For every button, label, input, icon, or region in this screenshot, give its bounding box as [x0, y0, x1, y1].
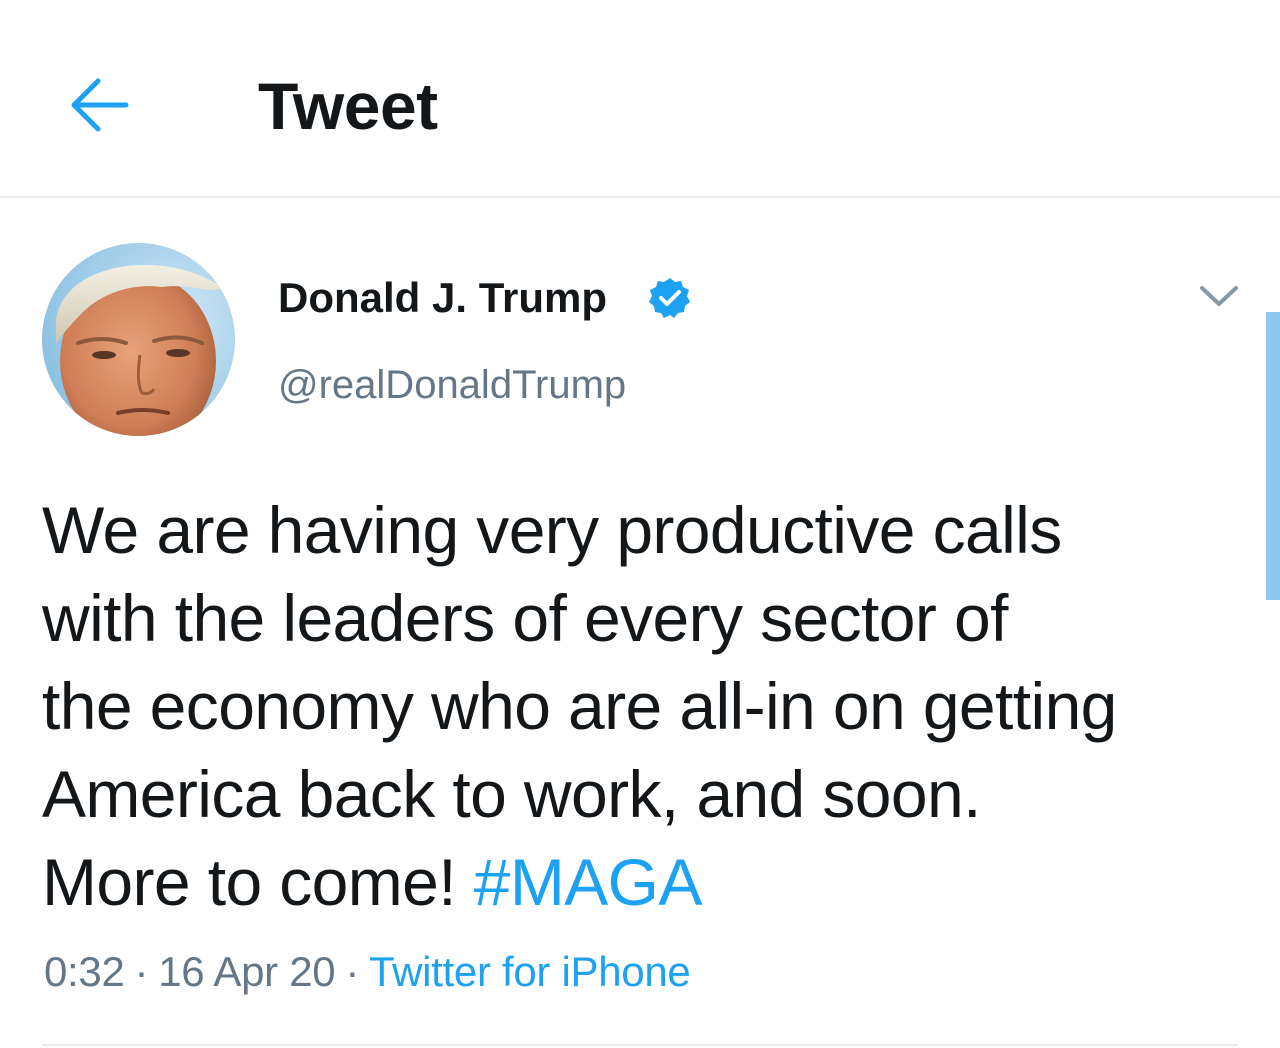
verified-badge-icon [649, 278, 690, 318]
scrollbar[interactable] [1266, 312, 1280, 600]
arrow-left-icon [71, 78, 129, 132]
meta-separator: · [345, 948, 360, 995]
tweet-time[interactable]: 0:32 [44, 948, 125, 995]
tweet-text-line: We are having very productive calls [42, 493, 1062, 567]
divider [42, 1044, 1238, 1046]
tweet-text-last: More to come! [42, 845, 474, 919]
tweet-text-line: More to come! #MAGA [42, 838, 1242, 926]
tweet-menu-button[interactable] [1196, 276, 1242, 316]
hashtag-link[interactable]: #MAGA [474, 845, 703, 919]
tweet-source-link[interactable]: Twitter for iPhone [369, 948, 691, 995]
avatar[interactable] [42, 243, 235, 436]
tweet-text: We are having very productive calls with… [42, 486, 1242, 926]
page-title: Tweet [258, 69, 438, 143]
top-bar: Tweet [0, 0, 1280, 198]
chevron-down-icon [1200, 286, 1238, 306]
meta-separator: · [134, 948, 149, 995]
author-name[interactable]: Donald J. Trump [278, 272, 607, 324]
tweet-text-line: America back to work, and soon. [42, 757, 981, 831]
profile-photo [42, 243, 235, 436]
tweet-meta: 0:32 · 16 Apr 20 · Twitter for iPhone [44, 944, 691, 1000]
author-handle[interactable]: @realDonaldTrump [278, 360, 626, 410]
back-button[interactable] [62, 70, 136, 140]
tweet-date[interactable]: 16 Apr 20 [158, 948, 335, 995]
tweet-text-line: with the leaders of every sector of [42, 581, 1008, 655]
tweet-text-line: the economy who are all-in on getting [42, 669, 1117, 743]
